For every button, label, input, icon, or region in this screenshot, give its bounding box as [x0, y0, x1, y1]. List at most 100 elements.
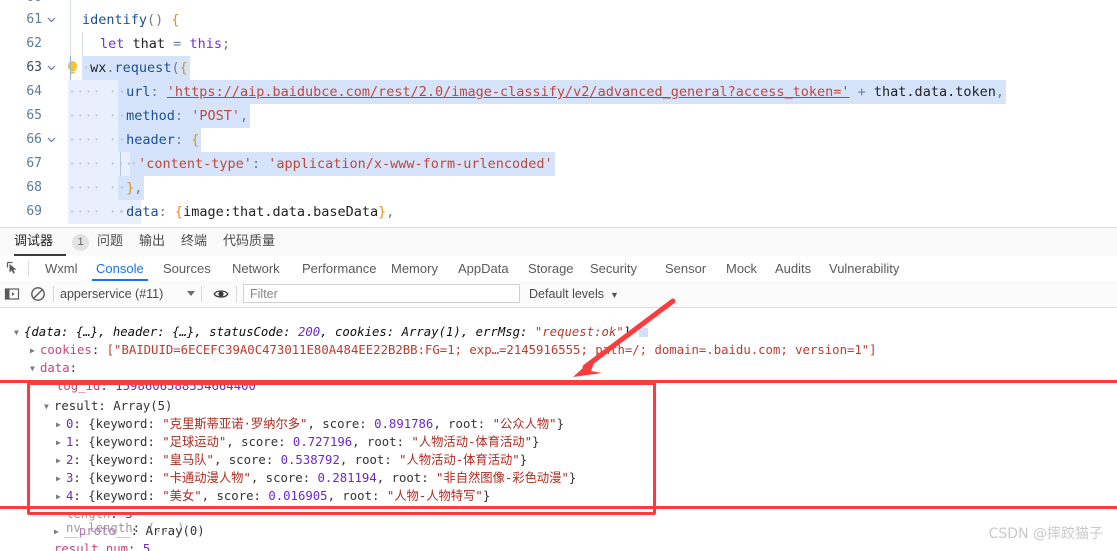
punct: :: [147, 435, 163, 449]
element-picker-icon[interactable]: [6, 261, 21, 276]
punct: :: [278, 435, 293, 449]
property-value: ["BAIDUID=6ECEFC39A0C473011E80A484EE22B2…: [106, 343, 877, 357]
token: identify: [82, 12, 148, 28]
disclosure-triangle-open-icon[interactable]: ▼: [30, 360, 40, 377]
punct: ,: [376, 471, 392, 485]
console-filter-bar[interactable]: apperservice (#11) Filter Default levels…: [0, 281, 1117, 308]
token: this: [189, 36, 222, 52]
token: (): [147, 12, 164, 28]
tab-sensor[interactable]: Sensor: [665, 256, 706, 281]
field-key: root: [366, 435, 397, 449]
token: {: [174, 204, 184, 220]
property-key: __proto__: [64, 524, 131, 538]
chevron-down-icon[interactable]: [187, 291, 195, 296]
panel-tab-badge: 1: [72, 234, 89, 251]
disclosure-triangle-closed-icon[interactable]: ▶: [56, 470, 66, 487]
console-property-row[interactable]: ▼ data:: [30, 360, 77, 377]
console-property-row[interactable]: ▼ result: Array(5): [44, 398, 172, 415]
line-number: 65: [26, 108, 42, 123]
console-array-item[interactable]: ▶ 0: {keyword: "克里斯蒂亚诺·罗纳尔多", score: 0.89…: [56, 416, 564, 433]
console-array-item[interactable]: ▶ 1: {keyword: "足球运动", score: 0.727196, r…: [56, 434, 539, 451]
panel-tab-code-quality[interactable]: 代码质量: [223, 228, 275, 256]
tab-network[interactable]: Network: [232, 256, 280, 281]
code-line[interactable]: 67 ···· ···· ·'content-type': 'applicati…: [0, 152, 1117, 176]
log-level-selector[interactable]: Default levels ▼: [529, 281, 619, 307]
console-property-row[interactable]: result_num: 5: [54, 541, 150, 551]
console-sidebar-icon[interactable]: [4, 286, 20, 302]
code-line[interactable]: 65 ···· ···· ·method: 'POST',: [0, 104, 1117, 128]
code-line[interactable]: 61 identify() {: [0, 8, 1117, 32]
tab-security[interactable]: Security: [590, 256, 637, 281]
url-token[interactable]: 'https://aip.baidubce.com/rest/2.0/image…: [167, 84, 850, 100]
filter-input[interactable]: Filter: [243, 284, 520, 303]
code-line[interactable]: 69 ···· ···· ·data: {image:that.data.bas…: [0, 200, 1117, 224]
disclosure-triangle-closed-icon[interactable]: ▶: [30, 342, 40, 359]
tab-mock[interactable]: Mock: [726, 256, 757, 281]
console-log-entry[interactable]: ▼ {data: {…}, header: {…}, statusCode: 20…: [14, 324, 648, 341]
console-property-row[interactable]: ▶ __proto__: Array(0): [54, 523, 205, 540]
code-line[interactable]: 64 ···· ···· ·url: 'https://aip.baidubce…: [0, 80, 1117, 104]
divider: [53, 286, 54, 302]
code-line[interactable]: 62 let that = this;: [0, 32, 1117, 56]
property-key: result_num: [54, 542, 129, 551]
disclosure-triangle-open-icon[interactable]: ▼: [14, 324, 24, 341]
tab-vulnerability[interactable]: Vulnerability: [829, 256, 899, 281]
selection-chip: [638, 328, 648, 337]
tab-wxml[interactable]: Wxml: [45, 256, 78, 281]
root-value: "人物活动-体育活动": [411, 435, 532, 449]
code-text: ·method: 'POST',: [118, 104, 251, 128]
token: :: [158, 204, 175, 220]
console-array-item[interactable]: ▶ 4: {keyword: "美女", score: 0.016905, roo…: [56, 488, 490, 505]
disclosure-triangle-closed-icon[interactable]: ▶: [54, 523, 64, 540]
console-property-row[interactable]: log_id: 1598606588554664400: [56, 378, 256, 395]
disclosure-triangle-open-icon[interactable]: ▼: [44, 398, 54, 415]
disclosure-triangle-closed-icon[interactable]: ▶: [56, 434, 66, 451]
console-output[interactable]: ▼ {data: {…}, header: {…}, statusCode: 20…: [0, 308, 1117, 551]
panel-tab-problems[interactable]: 问题: [97, 228, 123, 256]
code-editor[interactable]: 60 61 identify() { 62 let that = this;: [0, 0, 1117, 228]
token: +: [849, 84, 874, 100]
log-text: , cookies: Array(1), errMsg:: [320, 325, 535, 339]
field-key: root: [354, 453, 385, 467]
field-key: score: [241, 435, 279, 449]
panel-tab-output[interactable]: 输出: [139, 228, 165, 256]
disclosure-triangle-closed-icon[interactable]: ▶: [56, 452, 66, 469]
tab-storage[interactable]: Storage: [528, 256, 574, 281]
tab-audits[interactable]: Audits: [775, 256, 811, 281]
chevron-down-icon[interactable]: [44, 128, 58, 155]
panel-tab-bar[interactable]: 调试器 1 问题 输出 终端 代码质量: [0, 228, 1117, 256]
token: :: [150, 84, 167, 100]
panel-tab-debugger[interactable]: 调试器: [14, 228, 66, 256]
token: that: [124, 36, 174, 52]
console-array-item[interactable]: ▶ 3: {keyword: "卡通动漫人物", score: 0.281194,…: [56, 470, 576, 487]
tab-performance[interactable]: Performance: [302, 256, 376, 281]
chevron-down-icon[interactable]: [44, 56, 58, 83]
panel-tab-terminal[interactable]: 终端: [181, 228, 207, 256]
context-selector[interactable]: apperservice (#11): [60, 281, 163, 307]
code-line[interactable]: 63 ·wx.request({: [0, 56, 1117, 80]
chevron-down-icon: ▼: [607, 290, 619, 300]
eye-icon[interactable]: [213, 286, 229, 302]
chevron-down-icon[interactable]: [44, 8, 58, 35]
punct: :: [265, 453, 281, 467]
lightbulb-quickfix-icon[interactable]: [66, 60, 79, 76]
brace: }: [556, 417, 564, 431]
tab-memory[interactable]: Memory: [391, 256, 438, 281]
tab-console[interactable]: Console: [92, 256, 148, 281]
disclosure-triangle-closed-icon[interactable]: ▶: [56, 416, 66, 433]
devtools-tab-bar[interactable]: Wxml Console Sources Network Performance…: [0, 256, 1117, 282]
tab-appdata[interactable]: AppData: [458, 256, 509, 281]
console-array-item[interactable]: ▶ 2: {keyword: "皇马队", score: 0.538792, ro…: [56, 452, 527, 469]
code-text: identify() {: [82, 8, 180, 32]
code-line[interactable]: 66 ···· ···· ·header: {: [0, 128, 1117, 152]
tab-sources[interactable]: Sources: [163, 256, 211, 281]
disclosure-triangle-closed-icon[interactable]: ▶: [56, 488, 66, 505]
token: {: [179, 60, 188, 76]
code-line[interactable]: 68 ···· ···· ·},: [0, 176, 1117, 200]
line-number: 62: [26, 36, 42, 51]
score-value: 0.538792: [280, 453, 340, 467]
console-property-row[interactable]: ▶ cookies: ["BAIDUID=6ECEFC39A0C473011E80…: [30, 342, 877, 359]
field-key: root: [391, 471, 422, 485]
clear-console-icon[interactable]: [30, 286, 46, 302]
punct: ,: [327, 489, 343, 503]
